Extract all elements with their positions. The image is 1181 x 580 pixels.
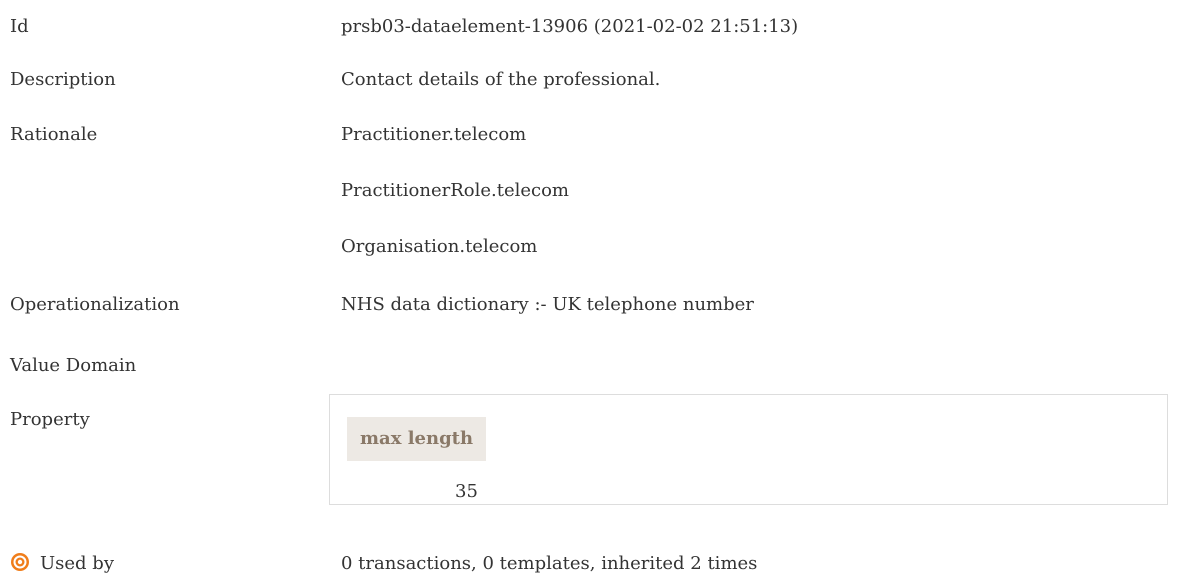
rationale-line: PractitionerRole.telecom [341, 180, 569, 201]
used-by-label: Used by [40, 553, 114, 574]
id-value: prsb03-dataelement-13906 (2021-02-02 21:… [341, 16, 799, 37]
rationale-line: Organisation.telecom [341, 236, 538, 257]
operationalization-value: NHS data dictionary :- UK telephone numb… [341, 294, 754, 315]
id-label: Id [10, 16, 29, 37]
description-label: Description [10, 69, 116, 90]
rationale-line: Practitioner.telecom [341, 124, 527, 145]
operationalization-label: Operationalization [10, 294, 180, 315]
description-value: Contact details of the professional. [341, 69, 661, 90]
target-icon [10, 552, 30, 572]
used-by-value: 0 transactions, 0 templates, inherited 2… [341, 553, 758, 574]
rationale-label: Rationale [10, 124, 98, 145]
property-value: 35 [455, 481, 478, 502]
property-box: max length 35 [329, 394, 1168, 505]
value-domain-label: Value Domain [10, 355, 137, 376]
property-label: Property [10, 409, 90, 430]
property-header: max length [347, 417, 487, 461]
